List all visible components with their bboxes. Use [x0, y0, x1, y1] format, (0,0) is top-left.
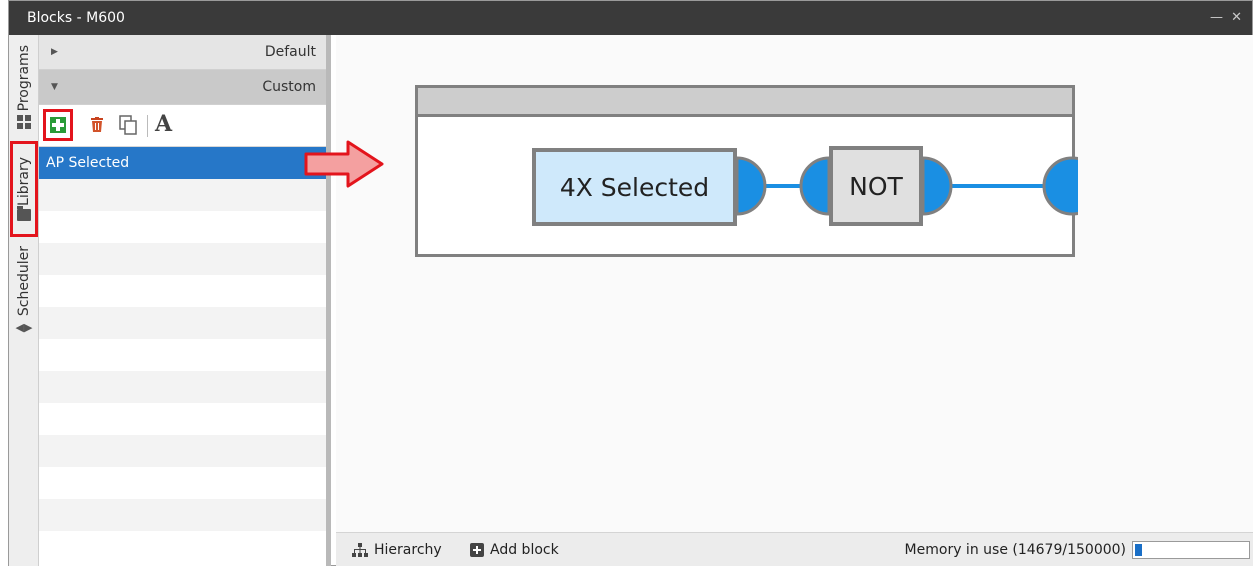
delete-icon[interactable]	[91, 117, 103, 132]
list-item-empty	[39, 243, 326, 275]
add-block-button[interactable]	[43, 109, 73, 141]
vertical-tab-bar: Programs Library Scheduler ◀▶	[9, 35, 39, 566]
tab-scheduler-label: Scheduler	[16, 246, 32, 317]
grid-icon	[17, 115, 31, 130]
group-custom-label: Custom	[262, 79, 316, 95]
list-item-empty	[39, 275, 326, 307]
chevron-right-icon: ▶	[51, 47, 58, 57]
connector-output	[1042, 156, 1078, 216]
library-toolbar: A	[39, 105, 326, 147]
add-block-status-button[interactable]: Add block	[470, 542, 559, 558]
hierarchy-icon	[352, 543, 368, 557]
blocks-window: Blocks - M600 — ✕ Programs Library Sched…	[8, 0, 1253, 566]
memory-bar	[1132, 541, 1250, 559]
list-item-empty	[39, 467, 326, 499]
copy-icon[interactable]	[119, 115, 137, 135]
list-item-empty	[39, 371, 326, 403]
list-item-empty	[39, 339, 326, 371]
memory-bar-fill	[1135, 544, 1142, 556]
connector-not-in	[799, 156, 831, 216]
node-not[interactable]: NOT	[829, 146, 923, 226]
list-item-empty	[39, 211, 326, 243]
tab-programs-label: Programs	[16, 44, 32, 112]
chevron-down-icon: ▼	[51, 82, 58, 92]
arrows-icon: ◀▶	[15, 320, 33, 334]
list-item-empty	[39, 403, 326, 435]
add-block-icon	[470, 543, 484, 557]
add-block-label: Add block	[490, 542, 559, 558]
toolbar-separator	[147, 115, 148, 137]
status-bar: Hierarchy Add block Memory in use (14679…	[336, 532, 1253, 566]
block-canvas[interactable]: 4X Selected NOT	[336, 35, 1253, 532]
connector-not-out	[921, 156, 953, 216]
add-icon	[50, 117, 66, 133]
block-container[interactable]: 4X Selected NOT	[415, 85, 1078, 257]
hierarchy-button[interactable]: Hierarchy	[352, 542, 442, 558]
red-arrow-pointer	[304, 140, 384, 188]
list-item-empty	[39, 435, 326, 467]
window-controls[interactable]: — ✕	[1210, 1, 1244, 35]
block-list: AP Selected	[39, 147, 326, 563]
font-icon[interactable]: A	[155, 111, 172, 137]
list-item[interactable]: AP Selected	[39, 147, 326, 179]
list-item-empty	[39, 499, 326, 531]
list-item-empty	[39, 531, 326, 563]
connector-4x-out	[735, 156, 767, 216]
library-panel: ▶ Default ▼ Custom A AP Selected	[39, 35, 331, 566]
tab-programs[interactable]: Programs	[9, 35, 39, 139]
tab-library[interactable]: Library	[10, 141, 38, 237]
block-header[interactable]	[418, 88, 1072, 117]
memory-label: Memory in use (14679/150000)	[904, 542, 1126, 558]
node-4x-selected[interactable]: 4X Selected	[532, 148, 737, 226]
tab-library-label: Library	[16, 156, 32, 206]
group-default-label: Default	[264, 44, 316, 60]
hierarchy-label: Hierarchy	[374, 542, 442, 558]
window-title: Blocks - M600	[27, 10, 125, 26]
list-item-empty	[39, 307, 326, 339]
list-item-empty	[39, 179, 326, 211]
folder-icon	[17, 206, 31, 222]
tab-scheduler[interactable]: Scheduler ◀▶	[9, 235, 39, 345]
group-default[interactable]: ▶ Default	[39, 35, 326, 70]
title-bar: Blocks - M600 — ✕	[9, 1, 1252, 35]
group-custom[interactable]: ▼ Custom	[39, 70, 326, 105]
